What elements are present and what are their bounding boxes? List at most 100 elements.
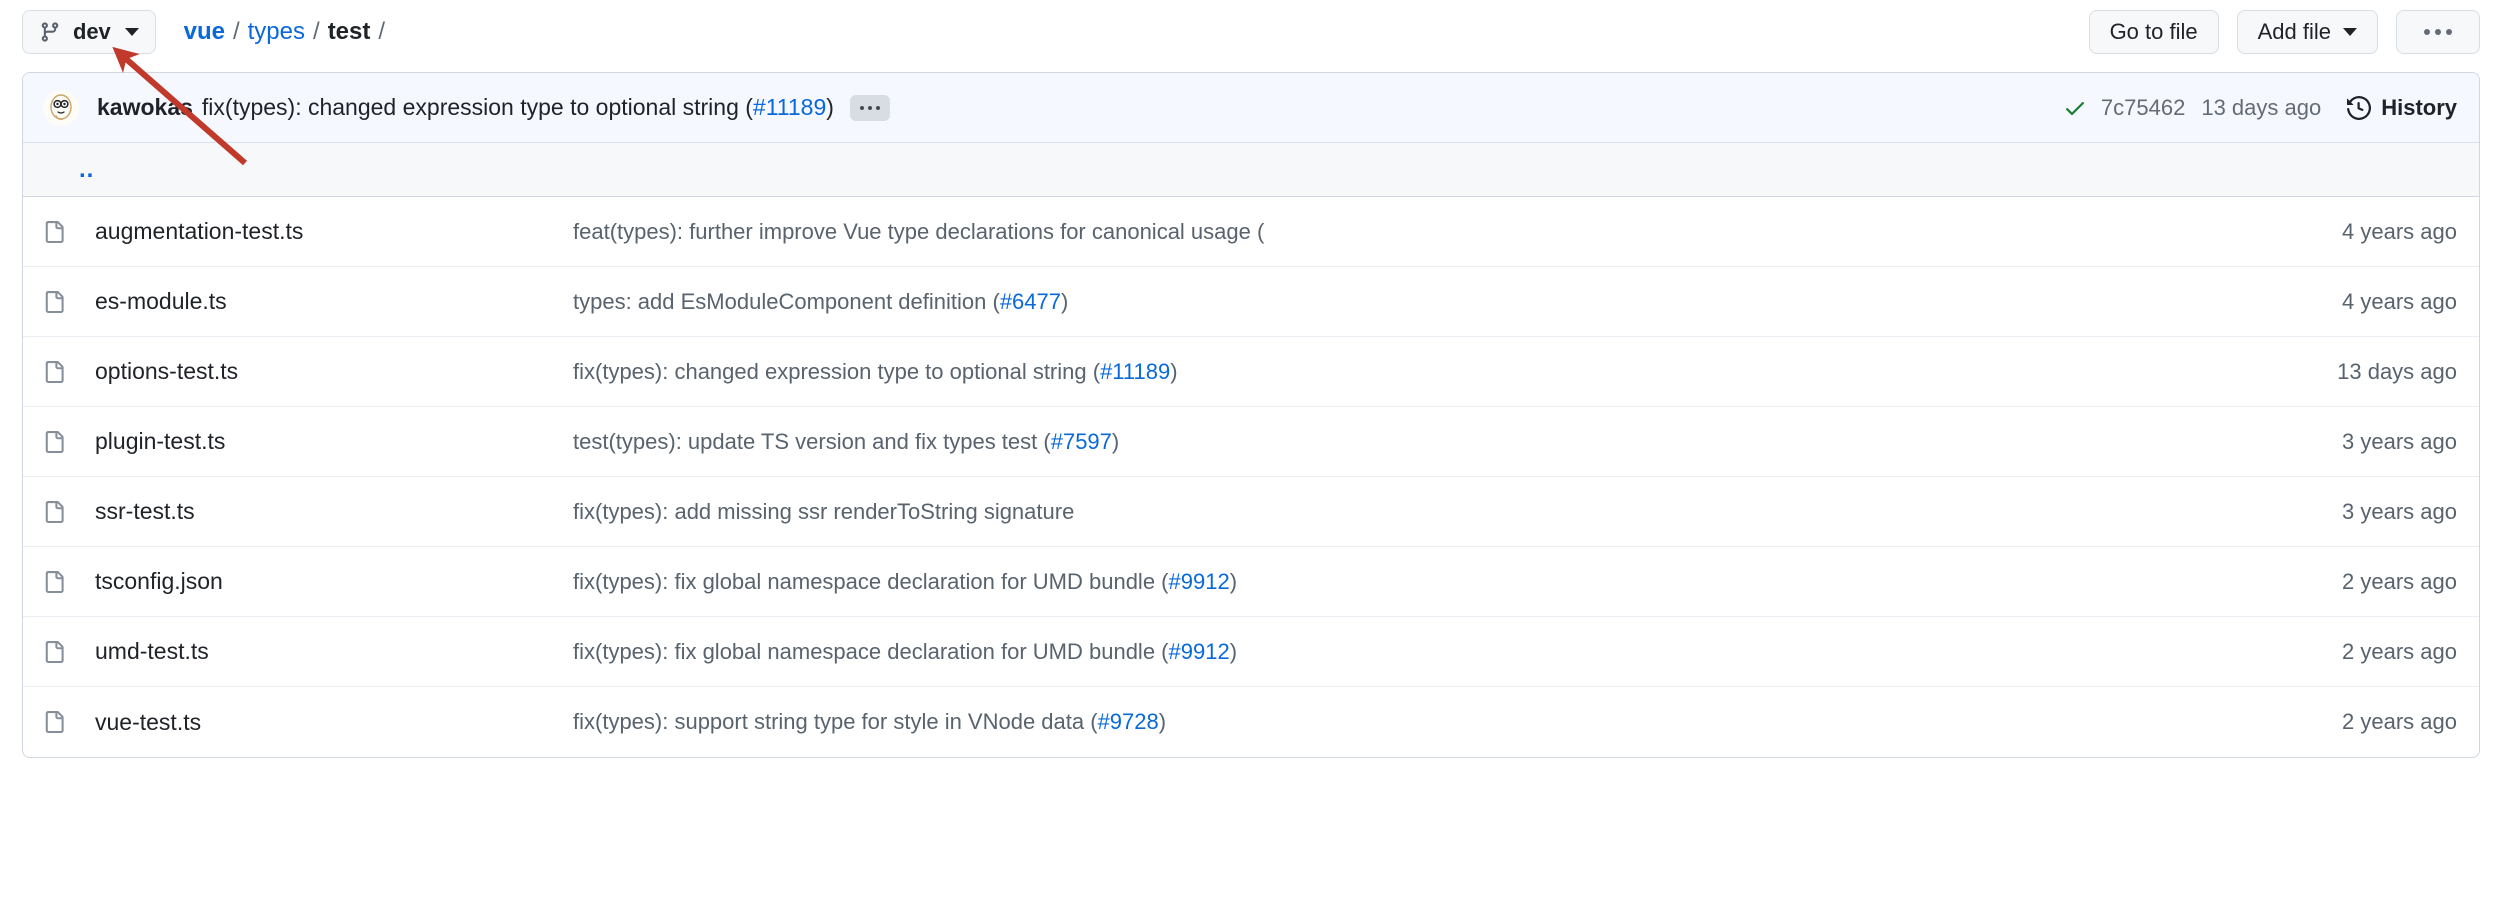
- file-commit-message-suffix: ): [1158, 709, 1167, 734]
- history-label: History: [2381, 94, 2457, 120]
- file-name-cell: umd-test.ts: [43, 638, 573, 665]
- history-icon: [2347, 95, 2372, 120]
- file-commit-pr-link[interactable]: #9728: [1098, 709, 1159, 734]
- file-commit-message: fix(types): fix global namespace declara…: [573, 569, 2227, 595]
- file-commit-message-prefix: fix(types): changed expression type to o…: [573, 358, 1101, 384]
- file-commit-message-prefix: types: add EsModuleComponent definition …: [573, 288, 1000, 314]
- file-commit-message-suffix: ): [1229, 638, 1238, 664]
- commit-author-link[interactable]: kawokas: [97, 94, 193, 121]
- file-commit-message-prefix: feat(types): further improve Vue type de…: [573, 218, 1265, 244]
- file-rows-container: augmentation-test.ts feat(types): further…: [23, 197, 2479, 757]
- add-file-button[interactable]: Add file: [2236, 10, 2378, 54]
- file-name-link[interactable]: plugin-test.ts: [95, 428, 225, 455]
- more-options-icon: [2424, 29, 2452, 35]
- history-link[interactable]: History: [2347, 95, 2457, 121]
- file-commit-pr-link[interactable]: #9912: [1169, 569, 1230, 594]
- file-commit-age: 13 days ago: [2337, 358, 2457, 384]
- file-commit-pr-link[interactable]: #11189: [1100, 359, 1170, 384]
- file-commit-message: types: add EsModuleComponent definition …: [573, 289, 2227, 315]
- file-commit-age: 2 years ago: [2342, 638, 2457, 664]
- file-icon: [43, 290, 65, 313]
- file-commit-pr-link[interactable]: #9912: [1169, 639, 1230, 664]
- table-row[interactable]: tsconfig.json fix(types): fix global name…: [23, 547, 2479, 617]
- parent-directory-link[interactable]: ..: [79, 157, 94, 182]
- table-row[interactable]: plugin-test.ts test(types): update TS ver…: [23, 407, 2479, 477]
- file-commit-message-prefix: fix(types): fix global namespace declara…: [573, 638, 1169, 664]
- file-commit-age: 3 years ago: [2342, 498, 2457, 524]
- breadcrumb-separator: /: [313, 18, 320, 45]
- file-commit-message-suffix: ): [1170, 358, 1178, 384]
- breadcrumb-current: test: [327, 18, 371, 45]
- file-name-cell: augmentation-test.ts: [43, 218, 573, 245]
- commit-message-prefix: fix(types): changed expression type to o…: [201, 94, 753, 120]
- file-name-link[interactable]: tsconfig.json: [95, 568, 223, 595]
- file-commit-pr-link[interactable]: #6477: [1000, 289, 1061, 314]
- file-commit-age: 4 years ago: [2342, 218, 2457, 244]
- branch-name-label: dev: [73, 19, 111, 44]
- file-icon: [43, 500, 65, 523]
- file-commit-message-prefix: fix(types): fix global namespace declara…: [573, 568, 1169, 594]
- file-commit-age: 3 years ago: [2342, 428, 2457, 454]
- table-row[interactable]: ssr-test.ts fix(types): add missing ssr r…: [23, 477, 2479, 547]
- expand-commit-message-button[interactable]: [849, 94, 890, 121]
- breadcrumb-repo-link[interactable]: vue: [184, 18, 225, 46]
- go-to-file-label: Go to file: [2109, 19, 2198, 44]
- commit-meta: 7c75462 13 days ago History: [2063, 95, 2457, 121]
- file-commit-message-suffix: ): [1229, 568, 1238, 594]
- go-to-file-button[interactable]: Go to file: [2088, 10, 2219, 54]
- file-name-cell: plugin-test.ts: [43, 428, 573, 455]
- file-listing-panel: kawokas fix(types): changed expression t…: [22, 72, 2480, 758]
- file-icon: [43, 570, 65, 593]
- parent-directory-row[interactable]: ..: [23, 143, 2479, 197]
- commit-pr-link[interactable]: #11189: [753, 94, 826, 120]
- file-name-cell: es-module.ts: [43, 288, 573, 315]
- breadcrumb-separator: /: [232, 18, 240, 45]
- file-name-link[interactable]: es-module.ts: [95, 288, 227, 315]
- chevron-down-icon: [2343, 28, 2357, 36]
- commit-summary: kawokas fix(types): changed expression t…: [97, 94, 890, 121]
- file-icon: [43, 640, 65, 663]
- table-row[interactable]: vue-test.ts fix(types): support string ty…: [23, 687, 2479, 757]
- file-icon: [43, 220, 65, 243]
- file-commit-message: feat(types): further improve Vue type de…: [573, 219, 2227, 245]
- file-commit-age: 4 years ago: [2342, 288, 2457, 314]
- more-options-button[interactable]: [2396, 10, 2480, 54]
- file-name-link[interactable]: umd-test.ts: [95, 638, 209, 665]
- commit-sha[interactable]: 7c75462: [2101, 95, 2185, 121]
- table-row[interactable]: umd-test.ts fix(types): fix global namesp…: [23, 617, 2479, 687]
- file-commit-message: fix(types): add missing ssr renderToStri…: [573, 499, 2227, 525]
- file-commit-message-suffix: ): [1061, 288, 1069, 314]
- table-row[interactable]: augmentation-test.ts feat(types): further…: [23, 197, 2479, 267]
- repo-toolbar: dev vue / types / test / Go to file Add …: [22, 10, 2480, 54]
- table-row[interactable]: es-module.ts types: add EsModuleComponent…: [23, 267, 2479, 337]
- file-name-link[interactable]: options-test.ts: [95, 358, 238, 385]
- breadcrumb-trailing-separator: /: [378, 18, 386, 45]
- file-name-cell: tsconfig.json: [43, 568, 573, 595]
- latest-commit-bar: kawokas fix(types): changed expression t…: [23, 73, 2479, 143]
- table-row[interactable]: options-test.ts fix(types): changed expre…: [23, 337, 2479, 407]
- chevron-down-icon: [124, 28, 139, 36]
- file-name-cell: vue-test.ts: [43, 709, 573, 736]
- file-name-link[interactable]: augmentation-test.ts: [95, 218, 303, 245]
- file-name-cell: ssr-test.ts: [43, 498, 573, 525]
- avatar[interactable]: [43, 89, 79, 126]
- check-icon[interactable]: [2063, 96, 2087, 120]
- branch-selector-button[interactable]: dev: [22, 10, 156, 54]
- file-commit-message: fix(types): support string type for styl…: [573, 709, 2227, 735]
- github-file-browser-page: dev vue / types / test / Go to file Add …: [0, 0, 2502, 906]
- file-commit-message: fix(types): fix global namespace declara…: [573, 639, 2227, 665]
- file-commit-age: 2 years ago: [2342, 709, 2457, 734]
- file-commit-pr-link[interactable]: #7597: [1051, 429, 1112, 454]
- git-branch-icon: [39, 21, 61, 43]
- file-name-link[interactable]: ssr-test.ts: [95, 498, 195, 525]
- file-name-link[interactable]: vue-test.ts: [95, 709, 201, 736]
- file-commit-message: fix(types): changed expression type to o…: [573, 359, 2227, 385]
- file-commit-message-prefix: test(types): update TS version and fix t…: [573, 428, 1051, 454]
- file-commit-message-prefix: fix(types): add missing ssr renderToStri…: [573, 498, 1075, 524]
- breadcrumb-link-types[interactable]: types: [248, 18, 305, 46]
- breadcrumb: vue / types / test /: [184, 18, 393, 46]
- file-icon: [43, 430, 65, 453]
- file-name-cell: options-test.ts: [43, 358, 573, 385]
- file-icon: [43, 711, 65, 733]
- file-icon: [43, 360, 65, 383]
